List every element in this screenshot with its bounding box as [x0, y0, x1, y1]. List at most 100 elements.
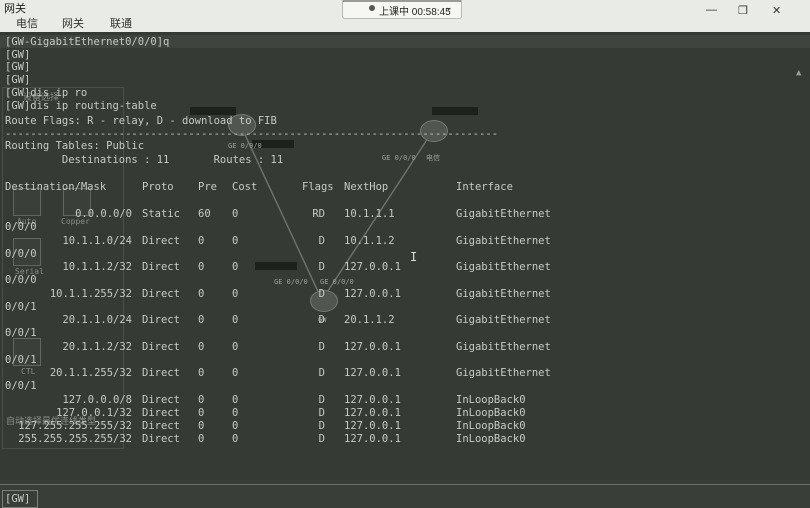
terminal-line: Routing Tables: Public [5, 140, 145, 152]
route-cell-pre: 0 [198, 394, 205, 406]
route-cell-iface: GigabitEthernet [456, 288, 551, 300]
route-cell-dest: 10.1.1.0/24 [62, 235, 132, 247]
header-proto: Proto [142, 181, 174, 193]
route-cell-cost: 0 [232, 235, 239, 247]
terminal-line: [GW-GigabitEthernet0/0/0]q [5, 36, 170, 48]
route-cell-flags: D [318, 394, 325, 406]
route-cell-cost: 0 [232, 407, 239, 419]
route-cell-iface: InLoopBack0 [456, 407, 526, 419]
terminal-line: [GW] [5, 49, 31, 61]
route-cell-pre: 0 [198, 367, 205, 379]
route-cell-pre: 0 [198, 433, 205, 445]
route-cell-wrap: 0/0/0 [5, 248, 37, 260]
redacted-label [190, 107, 236, 115]
divider [0, 484, 810, 485]
route-cell-proto: Direct [142, 314, 180, 326]
route-cell-nexthop: 127.0.0.1 [344, 261, 401, 273]
route-cell-nexthop: 10.1.1.1 [344, 208, 395, 220]
route-cell-iface: GigabitEthernet [456, 208, 551, 220]
recording-indicator[interactable]: 上课中 00:58:45 ⌄ [342, 0, 462, 19]
route-cell-wrap: 0/0/1 [5, 327, 37, 339]
route-cell-proto: Static [142, 208, 180, 220]
route-cell-iface: InLoopBack0 [456, 420, 526, 432]
header-interface: Interface [456, 181, 513, 193]
route-cell-pre: 0 [198, 341, 205, 353]
route-cell-cost: 0 [232, 208, 239, 220]
terminal-line: [GW] [5, 61, 31, 73]
header-flags: Flags [302, 181, 334, 193]
route-cell-iface: GigabitEthernet [456, 235, 551, 247]
route-cell-wrap: 0/0/1 [5, 354, 37, 366]
text-cursor-icon: I [410, 250, 418, 264]
header-nexthop: NextHop [344, 181, 389, 193]
route-cell-proto: Direct [142, 394, 180, 406]
route-cell-iface: GigabitEthernet [456, 314, 551, 326]
route-cell-dest: 20.1.1.0/24 [62, 314, 132, 326]
route-cell-iface: GigabitEthernet [456, 341, 551, 353]
route-cell-dest: 127.0.0.0/8 [62, 394, 132, 406]
route-cell-cost: 0 [232, 433, 239, 445]
route-cell-flags: D [318, 407, 325, 419]
route-cell-dest: 127.0.0.1/32 [56, 407, 132, 419]
route-cell-wrap: 0/0/1 [5, 301, 37, 313]
recording-status: 上课中 00:58:45 [379, 7, 451, 18]
terminal-line: Route Flags: R - relay, D - download to … [5, 115, 277, 127]
terminal-line: Destinations : 11 Routes : 11 [5, 154, 284, 166]
route-cell-proto: Direct [142, 433, 180, 445]
route-cell-pre: 0 [198, 420, 205, 432]
route-cell-nexthop: 10.1.1.2 [344, 235, 395, 247]
route-cell-flags: RD [312, 208, 325, 220]
route-cell-flags: D [318, 261, 325, 273]
route-cell-dest: 255.255.255.255/32 [18, 433, 132, 445]
tab-telecom[interactable]: 电信 [16, 15, 38, 31]
header-pre: Pre [198, 181, 217, 193]
route-cell-flags: D [318, 235, 325, 247]
route-cell-cost: 0 [232, 394, 239, 406]
route-cell-nexthop: 127.0.0.1 [344, 407, 401, 419]
header-cost: Cost [232, 181, 258, 193]
terminal-separator: ----------------------------------------… [5, 128, 499, 140]
route-cell-nexthop: 127.0.0.1 [344, 433, 401, 445]
route-cell-cost: 0 [232, 288, 239, 300]
port-label: GE 0/0/0 [274, 278, 308, 286]
route-cell-wrap: 0/0/0 [5, 221, 37, 233]
tab-gateway[interactable]: 网关 [62, 15, 84, 31]
command-input-value: [GW] [5, 493, 31, 505]
route-cell-dest: 10.1.1.2/32 [62, 261, 132, 273]
route-cell-cost: 0 [232, 420, 239, 432]
route-cell-wrap: 0/0/0 [5, 274, 37, 286]
router-name-label: 电信 [426, 154, 440, 162]
route-cell-flags: D [318, 314, 325, 326]
port-label: GE 0/0/0 [228, 142, 262, 150]
recording-handle[interactable] [343, 0, 461, 2]
route-cell-flags: D [318, 367, 325, 379]
route-cell-nexthop: 127.0.0.1 [344, 420, 401, 432]
route-cell-iface: InLoopBack0 [456, 433, 526, 445]
route-cell-pre: 0 [198, 261, 205, 273]
route-cell-pre: 0 [198, 407, 205, 419]
window-titlebar: 网关 电信 网关 联通 上课中 00:58:45 ⌄ — ❐ ✕ [0, 0, 810, 32]
route-cell-flags: D [318, 433, 325, 445]
route-cell-cost: 0 [232, 314, 239, 326]
terminal-window[interactable]: 设备选择 Auto Copper Serial CTL GE 0/0/0 GE … [0, 32, 810, 508]
route-cell-nexthop: 127.0.0.1 [344, 341, 401, 353]
route-cell-pre: 0 [198, 288, 205, 300]
route-cell-cost: 0 [232, 367, 239, 379]
restore-button[interactable]: ❐ [738, 4, 748, 17]
close-button[interactable]: ✕ [772, 4, 781, 17]
route-cell-nexthop: 127.0.0.1 [344, 394, 401, 406]
chevron-down-icon[interactable]: ⌄ [445, 2, 453, 13]
redacted-label [432, 107, 478, 115]
route-cell-cost: 0 [232, 261, 239, 273]
scroll-up-icon[interactable]: ▲ [796, 68, 801, 78]
record-icon [369, 5, 375, 11]
tab-unicom[interactable]: 联通 [110, 15, 132, 31]
minimize-button[interactable]: — [706, 4, 717, 16]
route-cell-dest: 0.0.0.0/0 [75, 208, 132, 220]
route-cell-pre: 0 [198, 314, 205, 326]
route-cell-dest: 10.1.1.255/32 [49, 288, 132, 300]
route-cell-wrap: 0/0/1 [5, 380, 37, 392]
route-cell-flags: D [318, 341, 325, 353]
route-cell-flags: D [318, 288, 325, 300]
route-cell-cost: 0 [232, 341, 239, 353]
